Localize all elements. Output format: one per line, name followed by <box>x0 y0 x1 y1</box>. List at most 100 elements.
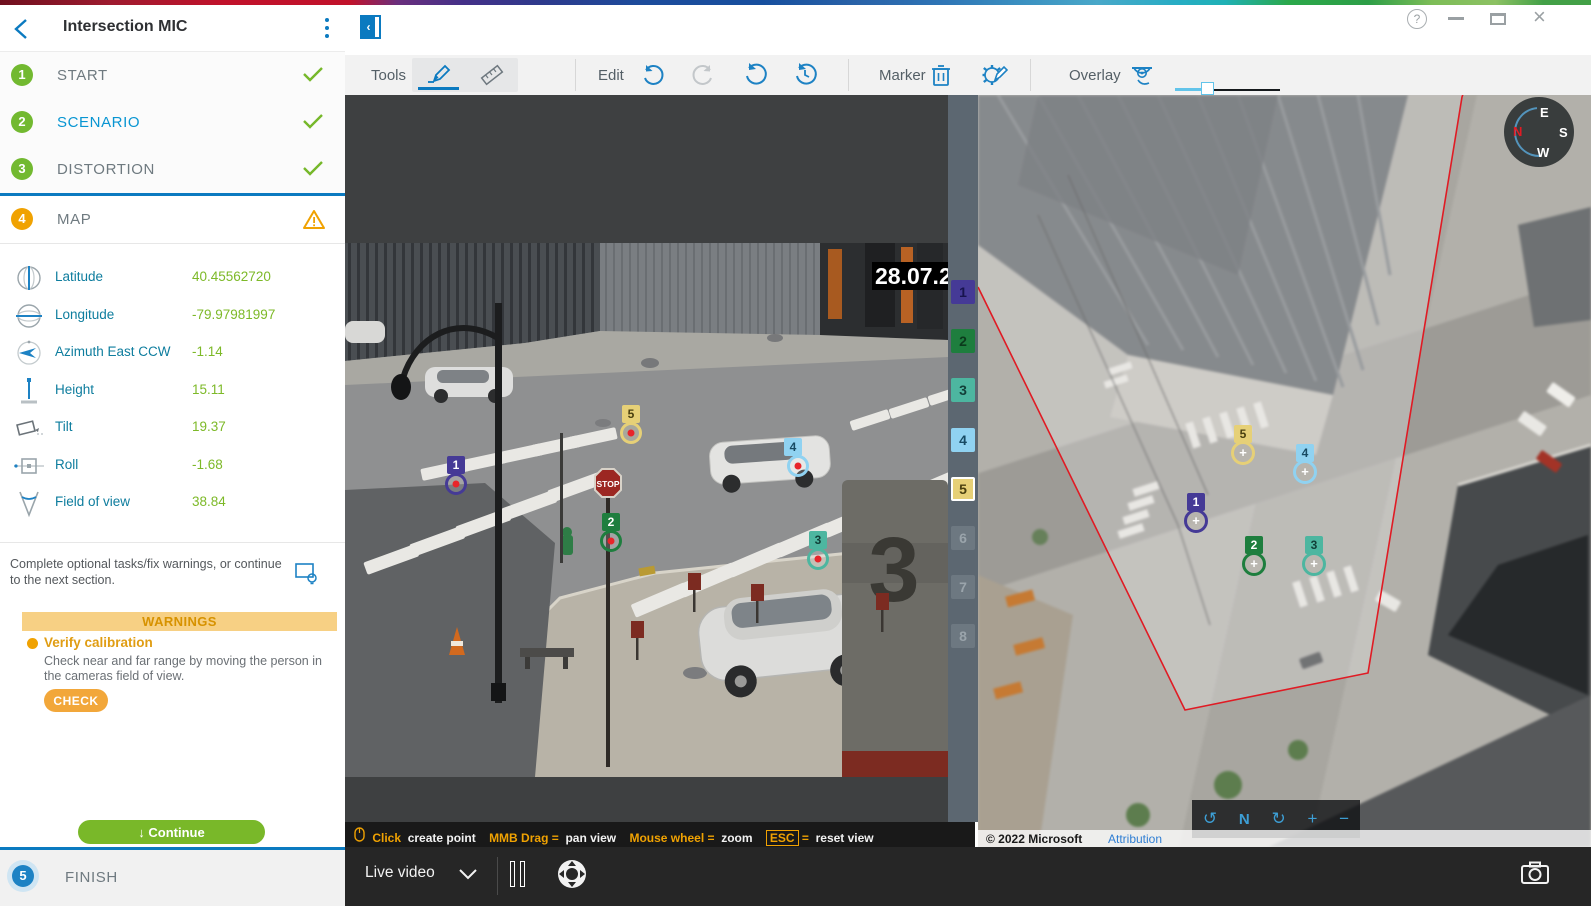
continue-label: Continue <box>148 825 204 840</box>
field-longitude: Longitude -79.97981997 <box>0 296 345 334</box>
field-value: 38.84 <box>192 494 226 509</box>
step-label: SCENARIO <box>57 114 140 131</box>
slider-handle[interactable] <box>1201 82 1214 95</box>
sidebar: Intersection MIC 1 START 2 SCENARIO 3 DI… <box>0 5 345 906</box>
field-value: 19.37 <box>192 419 226 434</box>
roll-icon <box>12 451 46 481</box>
point-button-7[interactable]: 7 <box>951 575 975 599</box>
map-view-panel[interactable]: 5 + 4 + 1 + 2 + 3 + E S W N ↺ N ↻ + − © … <box>978 95 1591 847</box>
map-marker-point-1[interactable]: + <box>1184 509 1208 533</box>
field-label: Azimuth East CCW <box>55 344 171 359</box>
step-finish[interactable]: 5 FINISH <box>0 850 345 906</box>
back-button[interactable] <box>10 18 36 40</box>
attribution-link[interactable]: Attribution <box>1108 832 1162 846</box>
point-button-2[interactable]: 2 <box>951 329 975 353</box>
minimize-button[interactable] <box>1448 17 1464 20</box>
step-map[interactable]: 4 MAP <box>0 196 345 242</box>
point-button-1[interactable]: 1 <box>951 280 975 304</box>
step-start[interactable]: 1 START <box>0 52 345 99</box>
pause-button[interactable] <box>510 861 528 887</box>
field-label: Tilt <box>55 419 73 434</box>
redo-icon[interactable] <box>690 62 716 88</box>
hint-wheel-action: zoom <box>721 831 752 845</box>
map-marker-point-4[interactable]: + <box>1293 460 1317 484</box>
compass-west: W <box>1537 145 1549 160</box>
mouse-icon <box>354 827 365 845</box>
step-number: 1 <box>11 64 33 86</box>
step-scenario[interactable]: 2 SCENARIO <box>0 99 345 146</box>
point-button-4[interactable]: 4 <box>951 428 975 452</box>
warning-description: Check near and far range by moving the p… <box>44 654 324 684</box>
close-button[interactable]: × <box>1533 6 1546 28</box>
chevron-left-icon: ‹ <box>362 17 375 37</box>
task-lightbulb-icon[interactable] <box>294 562 320 586</box>
camera-marker-point-2[interactable] <box>600 530 622 552</box>
zoom-in-button[interactable]: + <box>1307 809 1317 829</box>
app-window: Intersection MIC 1 START 2 SCENARIO 3 DI… <box>0 0 1591 906</box>
history-reset-icon[interactable] <box>792 62 818 88</box>
step-label: MAP <box>57 211 91 228</box>
snapshot-camera-icon[interactable] <box>1520 861 1550 885</box>
check-button[interactable]: CHECK <box>44 689 108 712</box>
fov-polygon-overlay <box>978 95 1591 847</box>
map-marker-point-3[interactable]: + <box>1302 552 1326 576</box>
delete-marker-icon[interactable] <box>928 62 954 88</box>
camera-marker-chip-3[interactable]: 3 <box>809 531 827 549</box>
chevron-down-icon[interactable] <box>458 867 478 885</box>
camera-view-panel[interactable]: 3 STOP 28.07.2 1 2 <box>345 95 948 822</box>
dome-camera-icon[interactable] <box>1128 62 1154 88</box>
measure-tool-button[interactable] <box>465 58 518 92</box>
camera-marker-point-5[interactable] <box>620 422 642 444</box>
divider <box>575 59 576 91</box>
hint-wheel-key: Mouse wheel <box>629 831 704 845</box>
video-source-select[interactable]: Live video <box>365 864 435 882</box>
draw-tool-button[interactable] <box>412 58 465 92</box>
hint-click-action: create point <box>408 831 476 845</box>
field-fov: Field of view 38.84 <box>0 483 345 521</box>
warning-triangle-icon <box>302 209 326 235</box>
collapse-sidebar-button[interactable]: ‹ <box>360 15 381 39</box>
undo-icon[interactable] <box>640 62 666 88</box>
map-attribution-bar: © 2022 Microsoft Attribution <box>978 830 1591 847</box>
compass-east: E <box>1540 105 1549 120</box>
check-icon <box>302 159 324 182</box>
camera-marker-point-1[interactable] <box>445 473 467 495</box>
globe-longitude-icon <box>12 301 46 331</box>
camera-marker-point-3[interactable] <box>807 548 829 570</box>
point-button-6[interactable]: 6 <box>951 526 975 550</box>
kebab-menu-icon[interactable] <box>318 16 336 42</box>
video-timestamp: 28.07.2 <box>872 262 948 290</box>
warning-bullet <box>27 638 38 649</box>
continue-button[interactable]: ↓ Continue <box>78 820 265 844</box>
field-value: 15.11 <box>192 382 225 397</box>
compass-rose[interactable]: E S W N <box>1504 97 1574 167</box>
help-button[interactable]: ? <box>1407 9 1427 29</box>
reset-rotation-icon[interactable] <box>742 62 768 88</box>
bottom-control-bar: Live video <box>345 847 1591 906</box>
maximize-button[interactable] <box>1490 13 1506 25</box>
camera-marker-point-4[interactable] <box>787 455 809 477</box>
marker-settings-icon[interactable] <box>980 62 1006 88</box>
check-icon <box>302 112 324 135</box>
north-reset-button[interactable]: N <box>1239 811 1250 828</box>
rotate-right-icon[interactable]: ↻ <box>1271 809 1285 829</box>
rotate-left-icon[interactable]: ↺ <box>1203 809 1217 829</box>
map-marker-point-5[interactable]: + <box>1231 441 1255 465</box>
pan-tilt-control-icon[interactable] <box>558 860 586 888</box>
camera-marker-chip-5[interactable]: 5 <box>622 405 640 423</box>
camera-marker-chip-4[interactable]: 4 <box>784 438 802 456</box>
toolbar: Tools Edit Marker <box>345 55 1591 95</box>
field-roll: Roll -1.68 <box>0 446 345 484</box>
camera-marker-chip-1[interactable]: 1 <box>447 456 465 474</box>
point-button-8[interactable]: 8 <box>951 624 975 648</box>
tools-button-group <box>412 58 518 92</box>
step-distortion[interactable]: 3 DISTORTION <box>0 146 345 193</box>
point-button-3[interactable]: 3 <box>951 378 975 402</box>
map-marker-point-2[interactable]: + <box>1242 552 1266 576</box>
point-button-5-selected[interactable]: 5 <box>951 477 975 501</box>
camera-marker-chip-2[interactable]: 2 <box>602 513 620 531</box>
zoom-out-button[interactable]: − <box>1339 809 1349 829</box>
step-number: 4 <box>11 208 33 230</box>
overlay-opacity-slider[interactable] <box>1175 82 1280 96</box>
hint-eq: = <box>552 831 559 845</box>
